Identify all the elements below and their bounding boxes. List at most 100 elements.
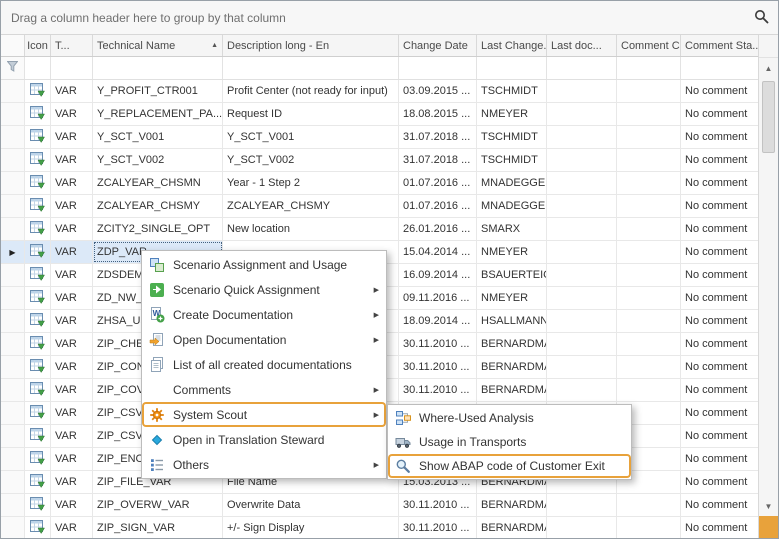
column-header-last-change[interactable]: Last Change... (477, 35, 547, 56)
cell-type[interactable]: VAR (51, 172, 93, 194)
menu-item-create-documentation[interactable]: WCreate Documentation▶ (142, 302, 386, 327)
cell-comment-status[interactable]: No comment (681, 264, 759, 286)
menu-item-where-used-analysis[interactable]: Where-Used Analysis (388, 406, 631, 430)
cell-comment-co[interactable] (617, 103, 681, 125)
table-row[interactable]: VARZCITY2_SINGLE_OPTNew location26.01.20… (1, 218, 759, 241)
column-header-last-doc[interactable]: Last doc... (547, 35, 617, 56)
cell-last-changed-by[interactable]: NMEYER (477, 241, 547, 263)
cell-last-changed-by[interactable]: BERNARDMA (477, 517, 547, 539)
cell-last-changed-by[interactable]: BSAUERTEIG (477, 264, 547, 286)
cell-comment-co[interactable] (617, 126, 681, 148)
cell-last-changed-by[interactable]: BERNARDMA (477, 494, 547, 516)
cell-icon[interactable] (25, 103, 51, 125)
cell-description[interactable]: Y_SCT_V001 (223, 126, 399, 148)
cell-last-changed-by[interactable]: NMEYER (477, 103, 547, 125)
cell-last-doc[interactable] (547, 517, 617, 539)
cell-comment-co[interactable] (617, 195, 681, 217)
cell-change-date[interactable]: 01.07.2016 ... (399, 195, 477, 217)
cell-last-changed-by[interactable]: HSALLMANN (477, 310, 547, 332)
column-header-comment-status[interactable]: Comment Sta... (681, 35, 759, 56)
column-header-technical-name[interactable]: Technical Name▲ (93, 35, 223, 56)
cell-comment-status[interactable]: No comment (681, 80, 759, 102)
column-header-change-date[interactable]: Change Date (399, 35, 477, 56)
cell-last-doc[interactable] (547, 287, 617, 309)
cell-icon[interactable] (25, 172, 51, 194)
cell-last-doc[interactable] (547, 379, 617, 401)
cell-comment-co[interactable] (617, 287, 681, 309)
table-row[interactable]: VARY_SCT_V002Y_SCT_V00231.07.2018 ...TSC… (1, 149, 759, 172)
cell-comment-co[interactable] (617, 310, 681, 332)
cell-comment-status[interactable]: No comment (681, 517, 759, 539)
cell-icon[interactable] (25, 471, 51, 493)
cell-icon[interactable] (25, 287, 51, 309)
cell-last-doc[interactable] (547, 310, 617, 332)
menu-item-open-documentation[interactable]: Open Documentation▶ (142, 327, 386, 352)
cell-icon[interactable] (25, 218, 51, 240)
table-row[interactable]: VARZCALYEAR_CHSMNYear - 1 Step 201.07.20… (1, 172, 759, 195)
cell-description[interactable]: Profit Center (not ready for input) (223, 80, 399, 102)
cell-description[interactable]: Year - 1 Step 2 (223, 172, 399, 194)
menu-item-others[interactable]: Others▶ (142, 452, 386, 477)
cell-change-date[interactable]: 16.09.2014 ... (399, 264, 477, 286)
cell-type[interactable]: VAR (51, 195, 93, 217)
cell-technical-name[interactable]: Y_SCT_V001 (93, 126, 223, 148)
cell-description[interactable]: Request ID (223, 103, 399, 125)
cell-icon[interactable] (25, 379, 51, 401)
cell-change-date[interactable]: 30.11.2010 ... (399, 494, 477, 516)
cell-last-doc[interactable] (547, 356, 617, 378)
cell-last-doc[interactable] (547, 264, 617, 286)
table-row[interactable]: VARZCALYEAR_CHSMYZCALYEAR_CHSMY01.07.201… (1, 195, 759, 218)
filter-cell-last-doc[interactable] (547, 57, 617, 79)
cell-comment-status[interactable]: No comment (681, 218, 759, 240)
cell-icon[interactable] (25, 356, 51, 378)
cell-change-date[interactable]: 01.07.2016 ... (399, 172, 477, 194)
cell-type[interactable]: VAR (51, 218, 93, 240)
menu-item-comments[interactable]: Comments▶ (142, 377, 386, 402)
cell-comment-co[interactable] (617, 517, 681, 539)
cell-change-date[interactable]: 03.09.2015 ... (399, 80, 477, 102)
cell-last-changed-by[interactable]: NMEYER (477, 287, 547, 309)
cell-last-changed-by[interactable]: SMARX (477, 218, 547, 240)
cell-comment-co[interactable] (617, 172, 681, 194)
cell-icon[interactable] (25, 195, 51, 217)
cell-change-date[interactable]: 30.11.2010 ... (399, 379, 477, 401)
cell-comment-status[interactable]: No comment (681, 172, 759, 194)
cell-type[interactable]: VAR (51, 425, 93, 447)
cell-icon[interactable] (25, 241, 51, 263)
cell-change-date[interactable]: 31.07.2018 ... (399, 126, 477, 148)
cell-type[interactable]: VAR (51, 103, 93, 125)
cell-description[interactable]: +/- Sign Display (223, 517, 399, 539)
menu-item-usage-in-transports[interactable]: Usage in Transports (388, 430, 631, 454)
cell-comment-status[interactable]: No comment (681, 103, 759, 125)
cell-comment-status[interactable]: No comment (681, 241, 759, 263)
cell-type[interactable]: VAR (51, 126, 93, 148)
cell-last-changed-by[interactable]: BERNARDMA (477, 333, 547, 355)
cell-change-date[interactable]: 18.09.2014 ... (399, 310, 477, 332)
cell-technical-name[interactable]: Y_PROFIT_CTR001 (93, 80, 223, 102)
table-row[interactable]: VARZIP_SIGN_VAR+/- Sign Display30.11.201… (1, 517, 759, 539)
scroll-down-button[interactable]: ▼ (759, 496, 778, 516)
cell-type[interactable]: VAR (51, 356, 93, 378)
cell-type[interactable]: VAR (51, 264, 93, 286)
cell-change-date[interactable]: 09.11.2016 ... (399, 287, 477, 309)
cell-technical-name[interactable]: ZIP_SIGN_VAR (93, 517, 223, 539)
cell-type[interactable]: VAR (51, 448, 93, 470)
cell-type[interactable]: VAR (51, 517, 93, 539)
cell-change-date[interactable]: 30.11.2010 ... (399, 333, 477, 355)
cell-last-changed-by[interactable]: MNADEGGER (477, 195, 547, 217)
cell-comment-status[interactable]: No comment (681, 402, 759, 424)
cell-icon[interactable] (25, 517, 51, 539)
cell-comment-status[interactable]: No comment (681, 379, 759, 401)
cell-last-doc[interactable] (547, 103, 617, 125)
column-header-icon[interactable]: Icon (25, 35, 51, 56)
cell-last-changed-by[interactable]: BERNARDMA (477, 379, 547, 401)
cell-type[interactable]: VAR (51, 494, 93, 516)
cell-comment-status[interactable]: No comment (681, 287, 759, 309)
filter-cell-description[interactable] (223, 57, 399, 79)
cell-icon[interactable] (25, 494, 51, 516)
cell-change-date[interactable]: 26.01.2016 ... (399, 218, 477, 240)
cell-comment-status[interactable]: No comment (681, 126, 759, 148)
cell-comment-status[interactable]: No comment (681, 425, 759, 447)
filter-cell-type[interactable] (51, 57, 93, 79)
scrollbar-thumb[interactable] (762, 81, 775, 153)
